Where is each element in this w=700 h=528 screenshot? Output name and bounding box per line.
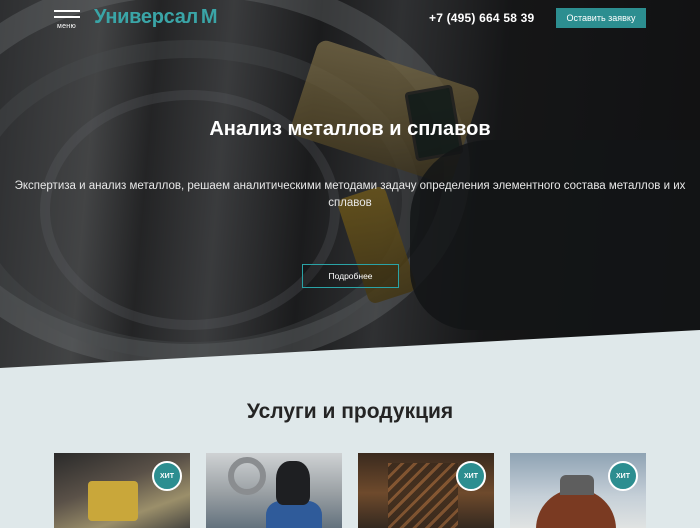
- logo-mark-icon: M: [200, 6, 218, 28]
- service-card[interactable]: ХИТ: [54, 453, 190, 528]
- logo-text: Универсал: [94, 6, 198, 28]
- phone-link[interactable]: +7 (495) 664 58 39: [429, 11, 534, 25]
- hero-subtitle: Экспертиза и анализ металлов, решаем ана…: [14, 180, 686, 209]
- card-image: [266, 501, 322, 528]
- services-title: Услуги и продукция: [246, 400, 454, 423]
- card-image: [560, 475, 594, 495]
- more-button[interactable]: Подробнее: [302, 264, 399, 288]
- hero-title: Анализ металлов и сплавов: [209, 118, 491, 140]
- logo[interactable]: Универсал M: [94, 6, 218, 29]
- hit-badge: ХИТ: [152, 461, 182, 491]
- hit-badge: ХИТ: [456, 461, 486, 491]
- hit-badge: ХИТ: [608, 461, 638, 491]
- hamburger-icon: [54, 10, 80, 12]
- card-image: [228, 457, 266, 495]
- card-image: [88, 481, 138, 521]
- service-card[interactable]: ХИТ: [510, 453, 646, 528]
- service-card[interactable]: [206, 453, 342, 528]
- card-image: [276, 461, 310, 505]
- menu-label: меню: [57, 23, 77, 30]
- menu-button[interactable]: меню: [54, 10, 82, 36]
- card-image: [388, 463, 458, 528]
- request-button[interactable]: Оставить заявку: [556, 8, 646, 28]
- service-card[interactable]: ХИТ: [358, 453, 494, 528]
- hamburger-icon: [54, 16, 80, 18]
